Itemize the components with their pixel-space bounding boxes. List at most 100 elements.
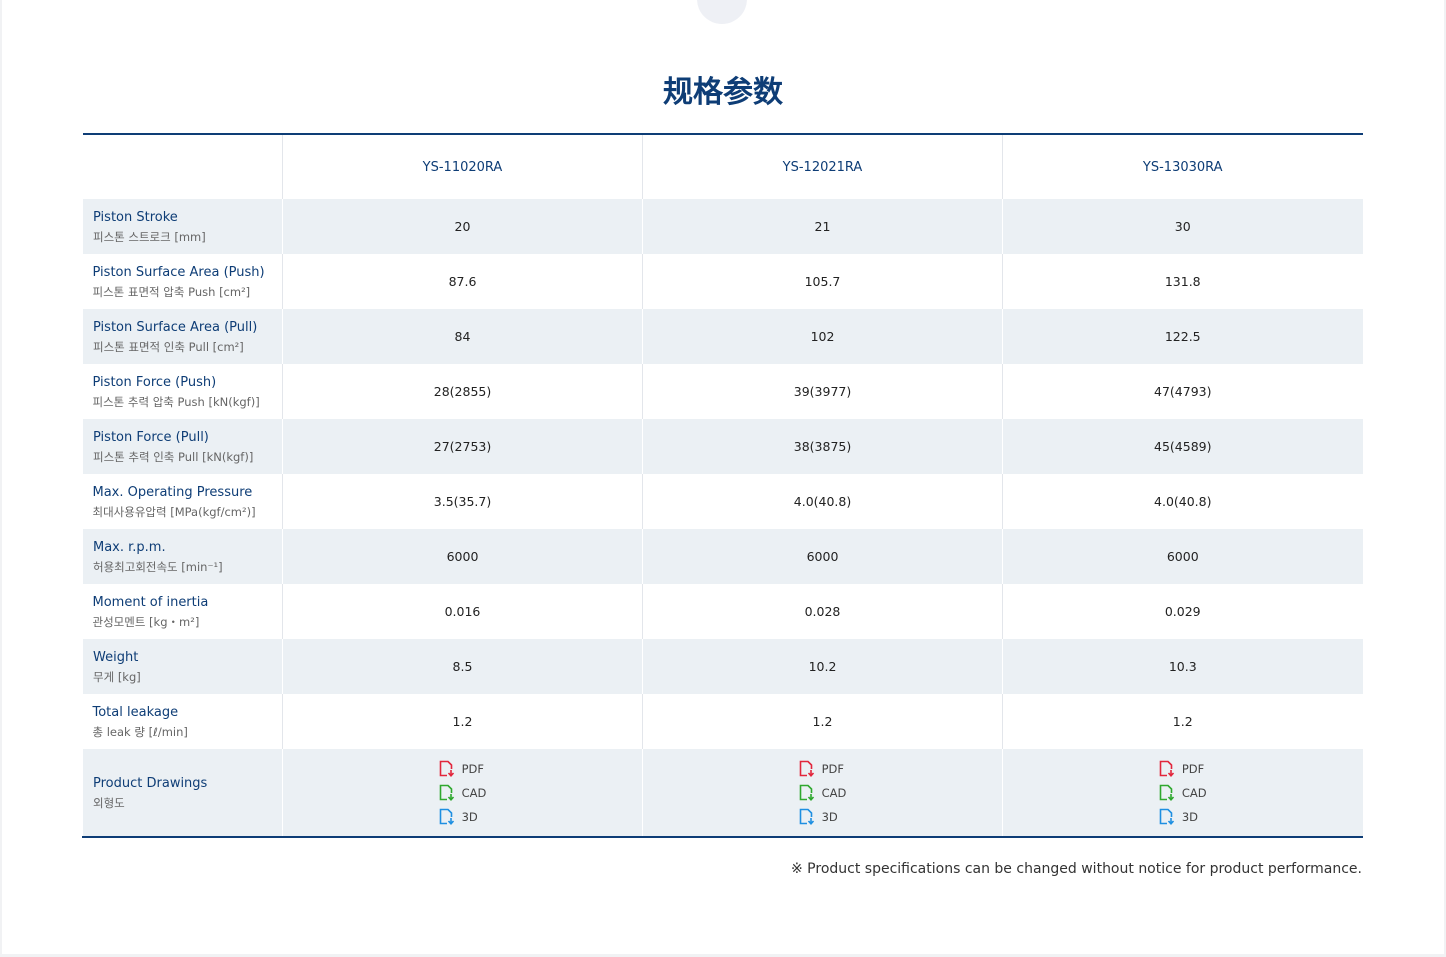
row-label-cell: Moment of inertia 관성모멘트 [kg・m²] — [83, 584, 283, 639]
row-label-korean: 총 leak 량 [ℓ/min] — [92, 724, 188, 739]
row-label-korean: 피스톤 표면적 인축 Pull [cm²] — [93, 339, 244, 354]
pdf-file-icon — [799, 760, 814, 777]
drawing-download-list: PDF CAD 3D — [1159, 757, 1207, 829]
table-row: Total leakage 총 leak 량 [ℓ/min] 1.2 1.2 1.2 — [83, 694, 1363, 749]
table-row: Max. Operating Pressure 최대사용유압력 [MPa(kgf/… — [83, 474, 1363, 529]
spec-value-cell: 1.2 — [282, 694, 643, 749]
row-label-english: Product Drawings — [93, 775, 208, 791]
row-label-korean: 무게 [kg] — [93, 669, 141, 684]
spec-value-cell: 6000 — [1002, 529, 1363, 584]
download-3d-link[interactable]: 3D — [799, 805, 847, 829]
table-header-row: YS-11020RA YS-12021RA YS-13030RA — [82, 134, 1363, 199]
cad-file-icon — [799, 784, 814, 801]
spec-value-cell: 3.5(35.7) — [282, 474, 643, 529]
drawings-cell: PDF CAD 3D — [642, 749, 1003, 837]
spec-value-cell: 4.0(40.8) — [1002, 474, 1363, 529]
page-title: 规格参数 — [663, 75, 783, 110]
row-label-english: Max. Operating Pressure — [92, 484, 253, 500]
spec-value-cell: 47(4793) — [1002, 364, 1363, 419]
spec-value-cell: 6000 — [282, 529, 643, 584]
spec-value-cell: 0.028 — [642, 584, 1003, 639]
row-label-english: Moment of inertia — [92, 594, 209, 610]
spec-change-notice: ※ Product specifications can be changed … — [791, 861, 1362, 877]
row-label-cell: Piston Force (Push) 피스톤 추력 압축 Push [kN(kg… — [83, 364, 283, 419]
row-label-english: Piston Force (Push) — [92, 374, 217, 390]
download-link-label: PDF — [461, 761, 485, 776]
product-drawings-row: Product Drawings 외형도 PDF CAD 3D PDF CAD 3D PDF CA… — [82, 749, 1363, 837]
spec-value-cell: 84 — [282, 309, 643, 364]
download-pdf-link[interactable]: PDF — [1159, 757, 1207, 781]
row-label-cell: Total leakage 총 leak 량 [ℓ/min] — [83, 694, 283, 749]
row-label-korean: 최대사용유압력 [MPa(kgf/cm²)] — [92, 504, 256, 519]
download-pdf-link[interactable]: PDF — [439, 757, 487, 781]
download-link-label: CAD — [1181, 785, 1207, 800]
spec-table-body: Piston Stroke 피스톤 스트로크 [mm] 20 21 30 Piston S… — [82, 199, 1363, 837]
3d-file-icon — [799, 808, 814, 825]
row-label-cell: Weight 무게 [kg] — [82, 639, 283, 694]
row-label-english: Piston Stroke — [93, 209, 178, 225]
table-row: Piston Force (Push) 피스톤 추력 압축 Push [kN(kg… — [83, 364, 1363, 419]
column-header-model: YS-13030RA — [1002, 134, 1363, 199]
spec-value-cell: 0.029 — [1002, 584, 1363, 639]
row-label-english: Piston Surface Area (Push) — [92, 264, 265, 280]
download-cad-link[interactable]: CAD — [799, 781, 846, 805]
download-cad-link[interactable]: CAD — [439, 781, 487, 805]
download-link-label: 3D — [821, 809, 838, 824]
pdf-file-icon — [1159, 760, 1174, 777]
download-link-label: CAD — [461, 785, 487, 800]
spec-value-cell: 131.8 — [1002, 254, 1363, 309]
download-cad-link[interactable]: CAD — [1159, 781, 1207, 805]
row-label-english: Weight — [93, 649, 139, 665]
cad-file-icon — [439, 784, 454, 801]
row-label-korean: 피스톤 스트로크 [mm] — [93, 229, 206, 244]
spec-value-cell: 39(3977) — [642, 364, 1003, 419]
download-3d-link[interactable]: 3D — [1159, 805, 1207, 829]
drawings-cell: PDF CAD 3D — [282, 749, 643, 837]
row-label-cell: Piston Surface Area (Push) 피스톤 표면적 압축 Pus… — [83, 254, 283, 309]
row-label-korean: 피스톤 추력 인축 Pull [kN(kgf)] — [93, 449, 254, 464]
row-label-cell: Max. Operating Pressure 최대사용유압력 [MPa(kgf/… — [83, 474, 283, 529]
row-label-english: Piston Force (Pull) — [93, 429, 209, 445]
column-header-model: YS-12021RA — [642, 134, 1003, 199]
drawing-download-list: PDF CAD 3D — [799, 757, 847, 829]
table-row: Max. r.p.m. 허용최고회전속도 [min⁻¹] 6000 6000 6000 — [82, 529, 1363, 584]
spec-table: YS-11020RA YS-12021RA YS-13030RA Piston … — [82, 133, 1363, 838]
spec-value-cell: 105.7 — [642, 254, 1003, 309]
row-label-korean: 관성모멘트 [kg・m²] — [92, 614, 200, 629]
row-label-cell: Piston Stroke 피스톤 스트로크 [mm] — [82, 199, 283, 254]
download-link-label: PDF — [821, 761, 845, 776]
row-label-korean: 피스톤 추력 압축 Push [kN(kgf)] — [92, 394, 260, 409]
download-link-label: PDF — [1181, 761, 1205, 776]
row-label-cell: Piston Force (Pull) 피스톤 추력 인축 Pull [kN(kg… — [82, 419, 283, 474]
spec-value-cell: 1.2 — [1002, 694, 1363, 749]
row-label-english: Piston Surface Area (Pull) — [93, 319, 258, 335]
table-row: Piston Force (Pull) 피스톤 추력 인축 Pull [kN(kg… — [82, 419, 1363, 474]
top-decorative-circle — [697, 0, 747, 24]
spec-value-cell: 6000 — [642, 529, 1003, 584]
table-row: Piston Surface Area (Pull) 피스톤 표면적 인축 Pul… — [82, 309, 1363, 364]
row-label-cell: Product Drawings 외형도 — [82, 749, 283, 837]
row-label-korean: 외형도 — [93, 795, 125, 810]
spec-value-cell: 8.5 — [282, 639, 643, 694]
download-3d-link[interactable]: 3D — [439, 805, 487, 829]
spec-value-cell: 122.5 — [1002, 309, 1363, 364]
spec-value-cell: 30 — [1002, 199, 1363, 254]
column-header-model: YS-11020RA — [282, 134, 643, 199]
spec-value-cell: 0.016 — [282, 584, 643, 639]
spec-value-cell: 4.0(40.8) — [642, 474, 1003, 529]
spec-page: 规格参数 YS-11020RA YS-12021RA YS-13030RA Pi… — [2, 0, 1444, 954]
spec-value-cell: 27(2753) — [282, 419, 643, 474]
spec-value-cell: 10.3 — [1002, 639, 1363, 694]
spec-value-cell: 45(4589) — [1002, 419, 1363, 474]
download-pdf-link[interactable]: PDF — [799, 757, 847, 781]
header-empty-cell — [82, 134, 283, 199]
table-row: Piston Surface Area (Push) 피스톤 표면적 압축 Pus… — [83, 254, 1363, 309]
table-row: Moment of inertia 관성모멘트 [kg・m²] 0.016 0.028… — [83, 584, 1363, 639]
download-link-label: 3D — [461, 809, 478, 824]
spec-value-cell: 10.2 — [642, 639, 1003, 694]
pdf-file-icon — [439, 760, 454, 777]
spec-value-cell: 102 — [642, 309, 1003, 364]
cad-file-icon — [1159, 784, 1174, 801]
3d-file-icon — [439, 808, 454, 825]
row-label-korean: 허용최고회전속도 [min⁻¹] — [93, 559, 223, 574]
